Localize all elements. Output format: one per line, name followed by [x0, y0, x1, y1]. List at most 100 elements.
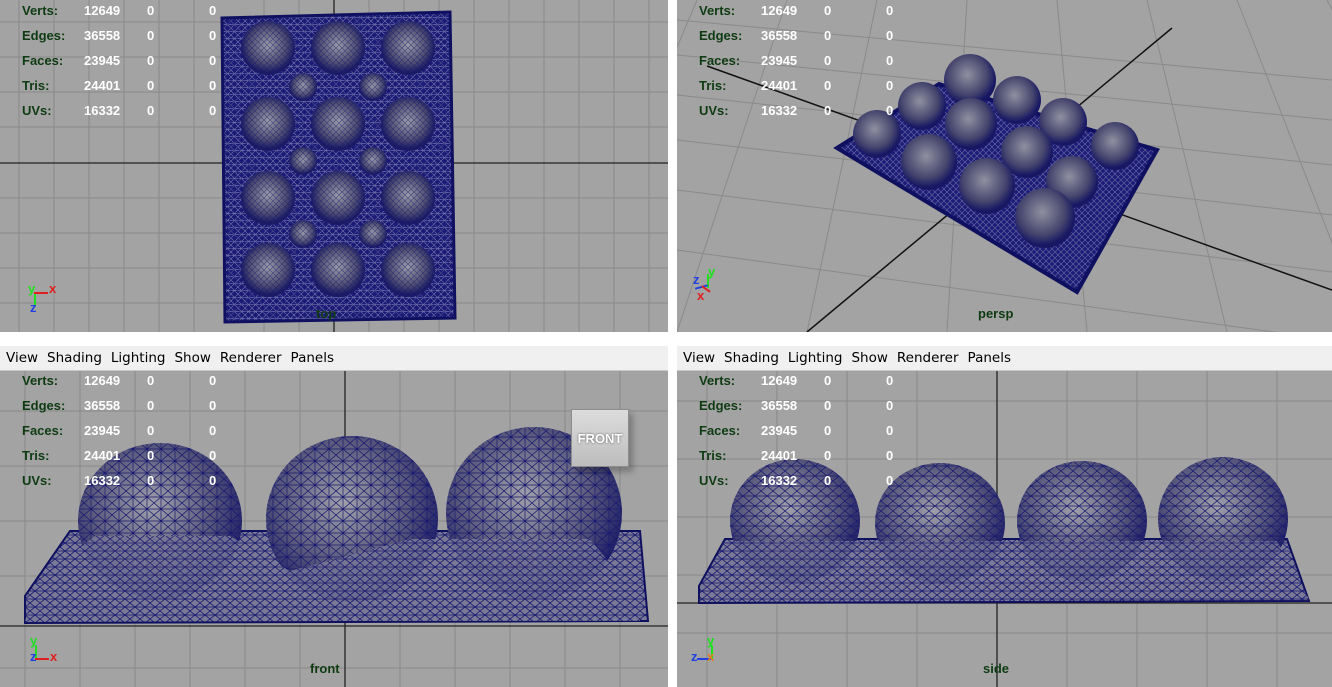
camera-label-top: top: [316, 306, 337, 321]
hud-uvs-label: UVs:: [22, 473, 52, 488]
hud-verts-label: Verts:: [22, 373, 59, 388]
menu-panels[interactable]: Panels: [968, 350, 1011, 366]
hud-edges-value: 36558: [761, 28, 798, 43]
hud-edges-sel: 0: [824, 398, 832, 413]
menu-lighting[interactable]: Lighting: [111, 350, 166, 366]
hud-edges-sel: 0: [824, 28, 832, 43]
hud-uvs-sel: 0: [824, 473, 832, 488]
menu-shading[interactable]: Shading: [47, 350, 102, 366]
viewport-side[interactable]: View Shading Lighting Show Renderer Pane…: [677, 345, 1332, 687]
axis-gizmo-side: y z x: [691, 633, 731, 675]
hud-uvs-sel: 0: [147, 473, 155, 488]
axis-gizmo-front: y z x: [28, 633, 68, 675]
hud-edges-comp: 0: [886, 28, 894, 43]
hud-edges-comp: 0: [209, 28, 217, 43]
hud-verts-label: Verts:: [699, 373, 736, 388]
hud-tris-value: 24401: [84, 448, 121, 463]
hud-faces-sel: 0: [824, 53, 832, 68]
menu-show[interactable]: Show: [851, 350, 887, 366]
axis-x-label: x: [49, 281, 57, 296]
hud-uvs-sel: 0: [824, 103, 832, 118]
hud-tris-label: Tris:: [22, 78, 50, 93]
viewport-menubar-front: View Shading Lighting Show Renderer Pane…: [0, 345, 668, 371]
menu-view[interactable]: View: [6, 350, 38, 366]
hud-uvs-label: UVs:: [699, 473, 729, 488]
hud-edges-comp: 0: [209, 398, 217, 413]
hud-edges-value: 36558: [84, 28, 121, 43]
hud-edges-sel: 0: [147, 28, 155, 43]
hud-uvs-comp: 0: [886, 103, 894, 118]
hud-verts-sel: 0: [147, 373, 155, 388]
hud-verts-value: 12649: [84, 3, 121, 18]
menu-shading[interactable]: Shading: [724, 350, 779, 366]
poly-count-hud-front: Verts: 12649 0 0 Edges: 36558 0 0 Faces: 23945 0…: [22, 373, 232, 488]
hud-uvs-comp: 0: [209, 103, 217, 118]
hud-tris-comp: 0: [886, 448, 894, 463]
hud-edges-sel: 0: [147, 398, 155, 413]
axis-gizmo-top: y x z: [28, 281, 68, 318]
hud-verts-sel: 0: [147, 3, 155, 18]
axis-x-label-front: x: [50, 649, 58, 664]
hud-tris-value: 24401: [761, 78, 798, 93]
menu-renderer[interactable]: Renderer: [220, 350, 282, 366]
hud-edges-label: Edges:: [699, 28, 743, 43]
egg-tray-top-mesh: [220, 10, 457, 324]
hud-tris-sel: 0: [147, 448, 155, 463]
hud-uvs-value: 16332: [761, 473, 798, 488]
hud-tris-value: 24401: [761, 448, 798, 463]
axis-y-label-front: y: [30, 633, 38, 648]
axis-y-label-side: y: [707, 633, 715, 648]
hud-edges-label: Edges:: [22, 398, 66, 413]
hud-uvs-value: 16332: [84, 103, 121, 118]
menu-renderer[interactable]: Renderer: [897, 350, 959, 366]
viewport-persp[interactable]: y z x persp Verts: 12649 0 0 Edges: 36558 0 0 …: [677, 0, 1332, 332]
menu-view[interactable]: View: [683, 350, 715, 366]
hud-edges-comp: 0: [886, 398, 894, 413]
hud-tris-comp: 0: [886, 78, 894, 93]
menu-show[interactable]: Show: [174, 350, 210, 366]
viewcube-front[interactable]: FRONT: [571, 409, 629, 467]
viewport-front[interactable]: View Shading Lighting Show Renderer Pane…: [0, 345, 668, 687]
menu-lighting[interactable]: Lighting: [788, 350, 843, 366]
hud-faces-label: Faces:: [22, 423, 64, 438]
hud-faces-value: 23945: [84, 423, 121, 438]
hud-uvs-comp: 0: [209, 473, 217, 488]
axis-z-label-front: z: [30, 649, 37, 664]
axis-y-label: y: [28, 281, 36, 296]
hud-faces-comp: 0: [886, 53, 894, 68]
hud-faces-value: 23945: [761, 423, 798, 438]
viewport-top[interactable]: y x z top Verts: 12649 0 0 Edges: 36558 0 0 Fa…: [0, 0, 668, 332]
hud-verts-comp: 0: [209, 3, 217, 18]
hud-uvs-label: UVs:: [699, 103, 729, 118]
hud-faces-label: Faces:: [699, 53, 741, 68]
hud-uvs-value: 16332: [84, 473, 121, 488]
hud-edges-label: Edges:: [22, 28, 66, 43]
hud-tris-value: 24401: [84, 78, 121, 93]
hud-verts-label: Verts:: [22, 3, 59, 18]
hud-faces-comp: 0: [886, 423, 894, 438]
hud-tris-label: Tris:: [699, 78, 727, 93]
hud-verts-comp: 0: [886, 3, 894, 18]
hud-tris-label: Tris:: [699, 448, 727, 463]
menu-panels[interactable]: Panels: [291, 350, 334, 366]
hud-edges-label: Edges:: [699, 398, 743, 413]
hud-uvs-sel: 0: [147, 103, 155, 118]
hud-verts-comp: 0: [886, 373, 894, 388]
hud-verts-value: 12649: [761, 373, 798, 388]
hud-faces-label: Faces:: [699, 423, 741, 438]
camera-label-side: side: [983, 661, 1010, 676]
hud-faces-label: Faces:: [22, 53, 64, 68]
hud-faces-comp: 0: [209, 53, 217, 68]
hud-verts-value: 12649: [84, 373, 121, 388]
axis-x-label-side: x: [707, 649, 715, 664]
axis-gizmo-persp: y z x: [693, 264, 733, 308]
hud-verts-label: Verts:: [699, 3, 736, 18]
hud-verts-value: 12649: [761, 3, 798, 18]
camera-label-front: front: [310, 661, 340, 676]
axis-z-label-persp: z: [693, 272, 700, 287]
axis-z-label: z: [30, 300, 37, 315]
viewport-menubar-side: View Shading Lighting Show Renderer Pane…: [677, 345, 1332, 371]
hud-faces-sel: 0: [824, 423, 832, 438]
hud-edges-value: 36558: [761, 398, 798, 413]
hud-faces-value: 23945: [84, 53, 121, 68]
